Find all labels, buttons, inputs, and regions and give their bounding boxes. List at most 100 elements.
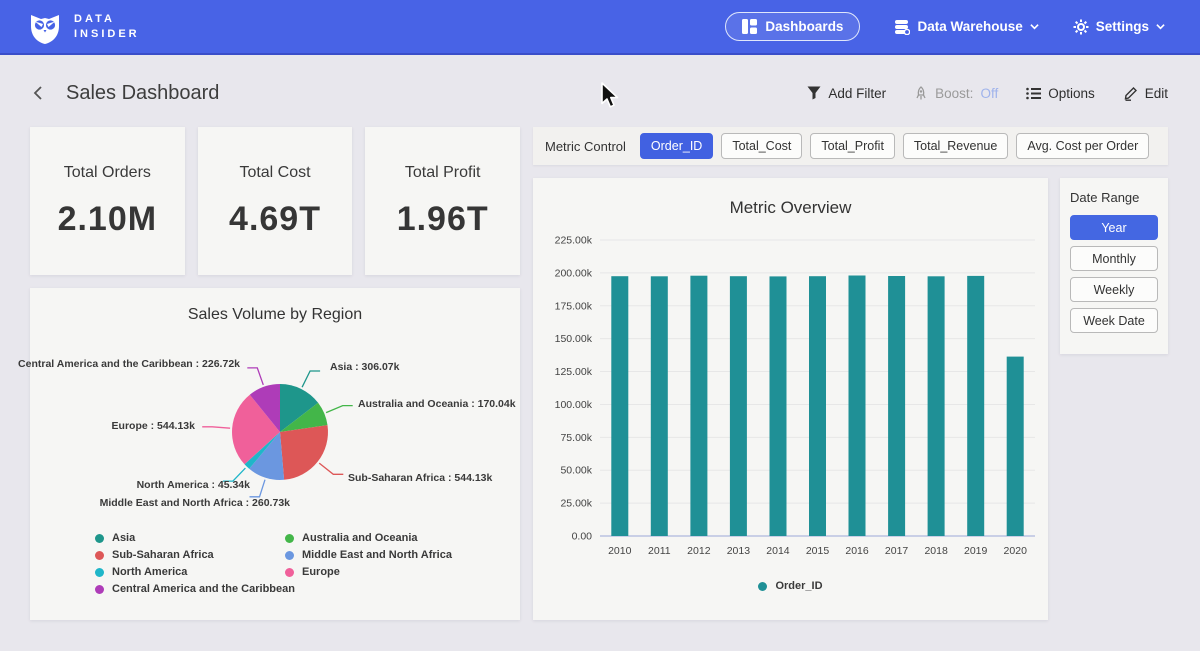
bar-2020[interactable]: [1007, 357, 1024, 536]
order-id-legend-dot: [758, 582, 767, 591]
kpi-label: Total Cost: [239, 164, 310, 182]
filter-funnel-icon: [807, 86, 821, 100]
legend-dot: [285, 551, 294, 560]
pie-label-europe: Europe : 544.13k: [112, 420, 195, 432]
legend-label: North America: [112, 566, 187, 578]
bar-2011[interactable]: [651, 276, 668, 536]
date-range-weekly-button[interactable]: Weekly: [1070, 277, 1158, 302]
bar-2015[interactable]: [809, 276, 826, 536]
owl-logo-icon: [28, 9, 62, 45]
metric-chip-order-id[interactable]: Order_ID: [640, 133, 713, 159]
pie-legend-item-sub-saharan-africa[interactable]: Sub-Saharan Africa: [95, 549, 295, 561]
brand-text: DATA INSIDER: [74, 12, 140, 42]
y-tick-label: 100.00k: [555, 399, 593, 411]
legend-label: Australia and Oceania: [302, 532, 418, 544]
legend-label: Middle East and North Africa: [302, 549, 452, 561]
kpi-total-profit: Total Profit 1.96T: [365, 127, 520, 275]
settings-menu[interactable]: Settings: [1073, 19, 1165, 35]
data-warehouse-label: Data Warehouse: [917, 19, 1022, 34]
pie-legend-item-europe[interactable]: Europe: [285, 566, 452, 578]
kpi-value: 2.10M: [58, 200, 158, 239]
bar-2018[interactable]: [928, 276, 945, 536]
x-tick-label: 2014: [766, 545, 790, 557]
gear-icon: [1073, 19, 1089, 35]
date-range-week-date-button[interactable]: Week Date: [1070, 308, 1158, 333]
bar-2016[interactable]: [849, 276, 866, 537]
dashboards-button[interactable]: Dashboards: [725, 12, 860, 41]
pie-label-sub-saharan-africa: Sub-Saharan Africa : 544.13k: [348, 472, 492, 484]
boost-toggle[interactable]: Boost: Off: [914, 86, 998, 101]
pie-slice-australia-and-oceania[interactable]: [280, 403, 328, 432]
page-title: Sales Dashboard: [66, 82, 219, 105]
kpi-label: Total Profit: [405, 164, 481, 182]
bar-2019[interactable]: [967, 276, 984, 536]
kpi-value: 1.96T: [397, 200, 489, 239]
data-warehouse-menu[interactable]: Data Warehouse: [894, 19, 1038, 35]
pie-legend-item-middle-east-and-north-africa[interactable]: Middle East and North Africa: [285, 549, 452, 561]
settings-label: Settings: [1096, 19, 1149, 34]
metric-chip-total-profit[interactable]: Total_Profit: [810, 133, 895, 159]
bar-chart: 0.0025.00k50.00k75.00k100.00k125.00k150.…: [538, 226, 1043, 578]
legend-dot: [95, 568, 104, 577]
metric-chip-total-revenue[interactable]: Total_Revenue: [903, 133, 1008, 159]
bar-2013[interactable]: [730, 276, 747, 536]
back-chevron-icon[interactable]: [30, 84, 48, 102]
chevron-down-icon: [1030, 22, 1039, 31]
pie-legend-item-australia-and-oceania[interactable]: Australia and Oceania: [285, 532, 452, 544]
date-range-year-button[interactable]: Year: [1070, 215, 1158, 240]
pie-label-australia-oceania: Australia and Oceania : 170.04k: [358, 398, 516, 410]
pie-legend-item-north-america[interactable]: North America: [95, 566, 295, 578]
pie-legend-item-asia[interactable]: Asia: [95, 532, 295, 544]
legend-dot: [285, 568, 294, 577]
x-tick-label: 2012: [687, 545, 711, 557]
pie-leader-europe: [202, 427, 230, 428]
bar-chart-title: Metric Overview: [533, 178, 1048, 218]
pie-leader-asia: [302, 371, 320, 387]
kpi-row: Total Orders 2.10M Total Cost 4.69T Tota…: [30, 127, 520, 275]
legend-label: Europe: [302, 566, 340, 578]
options-button[interactable]: Options: [1026, 86, 1095, 101]
pie-label-middle-east-north-africa: Middle East and North Africa : 260.73k: [100, 497, 290, 509]
bar-2017[interactable]: [888, 276, 905, 536]
pie-slice-north-america[interactable]: [245, 432, 281, 469]
metric-control-label: Metric Control: [545, 139, 626, 154]
metric-overview-card: Metric Overview 0.0025.00k50.00k75.00k10…: [533, 178, 1048, 620]
sales-volume-by-region-card: Sales Volume by Region Central America a…: [30, 288, 520, 620]
x-tick-label: 2015: [806, 545, 830, 557]
pie-slice-middle-east-and-north-africa[interactable]: [249, 432, 284, 480]
y-tick-label: 225.00k: [555, 235, 593, 247]
bar-2012[interactable]: [690, 276, 707, 536]
bar-2014[interactable]: [770, 276, 787, 536]
y-tick-label: 0.00: [572, 531, 593, 543]
add-filter-button[interactable]: Add Filter: [807, 86, 886, 101]
subheader: Sales Dashboard Add Filter Boost: Off Op…: [30, 76, 1168, 110]
pie-slice-central-america-and-the-caribbean[interactable]: [250, 384, 280, 432]
options-list-icon: [1026, 87, 1041, 100]
pie-legend-column-1: Asia Sub-Saharan Africa North America Centr…: [95, 532, 295, 595]
x-tick-label: 2018: [924, 545, 948, 557]
x-tick-label: 2013: [727, 545, 751, 557]
kpi-label: Total Orders: [64, 164, 151, 182]
pie-leader-central-america-and-the-caribbean: [247, 368, 263, 385]
chevron-down-icon: [1156, 22, 1165, 31]
y-tick-label: 200.00k: [555, 267, 593, 279]
legend-dot: [95, 551, 104, 560]
metric-chip-total-cost[interactable]: Total_Cost: [721, 133, 802, 159]
pie-label-central-america: Central America and the Caribbean : 226.…: [18, 358, 240, 370]
pie-slice-europe[interactable]: [232, 395, 280, 465]
date-range-label: Date Range: [1070, 190, 1158, 205]
options-label: Options: [1048, 86, 1095, 101]
legend-dot: [95, 534, 104, 543]
pie-slice-sub-saharan-africa[interactable]: [280, 425, 328, 480]
x-tick-label: 2010: [608, 545, 632, 557]
kpi-value: 4.69T: [229, 200, 321, 239]
y-tick-label: 75.00k: [560, 432, 592, 444]
date-range-monthly-button[interactable]: Monthly: [1070, 246, 1158, 271]
y-tick-label: 25.00k: [560, 498, 592, 510]
pie-legend-column-2: Australia and Oceania Middle East and Nor…: [285, 532, 452, 578]
pie-slice-asia[interactable]: [280, 384, 318, 432]
metric-chip-avg-cost-per-order[interactable]: Avg. Cost per Order: [1016, 133, 1149, 159]
edit-button[interactable]: Edit: [1123, 86, 1168, 101]
pie-legend-item-central-america-and-the-caribbean[interactable]: Central America and the Caribbean: [95, 583, 295, 595]
bar-2010[interactable]: [611, 276, 628, 536]
